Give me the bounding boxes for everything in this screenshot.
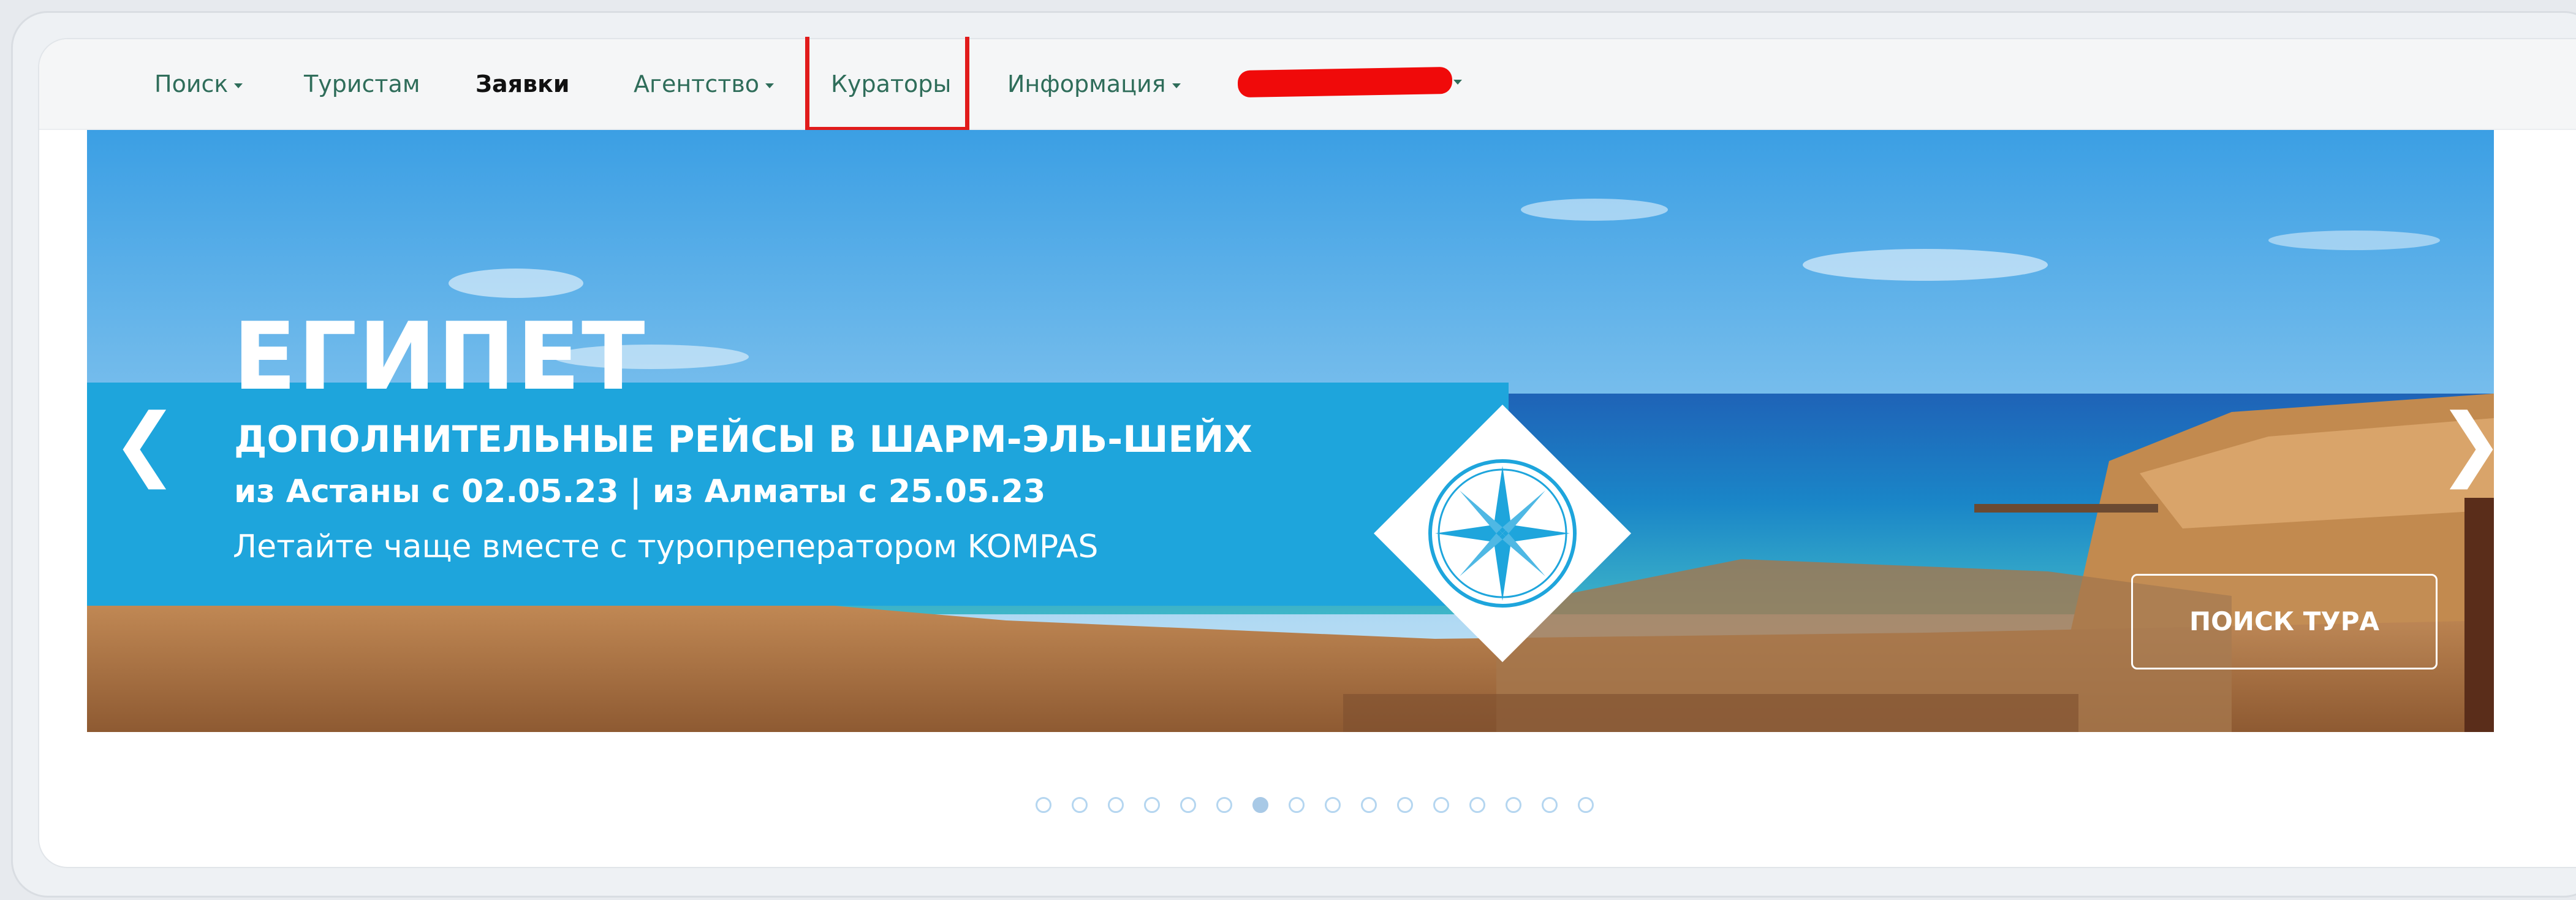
nav-orders[interactable]: Заявки (475, 69, 570, 99)
annotation-highlight-box (805, 37, 969, 131)
hero-banner: ЕГИПЕТ ДОПОЛНИТЕЛЬНЫЕ РЕЙСЫ В ШАРМ-ЭЛЬ-Ш… (87, 130, 2494, 732)
nav-search[interactable]: Поиск (154, 69, 243, 99)
carousel-dot[interactable] (1578, 797, 1594, 813)
carousel-dot[interactable] (1144, 797, 1160, 813)
carousel-dot[interactable] (1325, 797, 1341, 813)
nav-agency-label: Агентство (634, 71, 759, 97)
banner-headline: ЕГИПЕТ (233, 302, 646, 411)
compass-logo-icon (1374, 405, 1631, 662)
nav-search-label: Поиск (154, 71, 229, 97)
carousel-dot[interactable] (1180, 797, 1196, 813)
chevron-down-icon (234, 83, 243, 88)
nav-tourists-label: Туристам (304, 71, 420, 97)
carousel-dot[interactable] (1072, 797, 1088, 813)
banner-dates: из Астаны с 02.05.23 | из Алматы с 25.05… (234, 473, 1046, 510)
redaction-mark (1237, 66, 1453, 98)
nav-information[interactable]: Информация (1007, 69, 1181, 99)
carousel-dot[interactable] (1542, 797, 1558, 813)
carousel-dot[interactable] (1397, 797, 1413, 813)
carousel-dot[interactable] (1216, 797, 1232, 813)
carousel-dot[interactable] (1036, 797, 1051, 813)
nav-tourists[interactable]: Туристам (304, 69, 420, 99)
nav-information-label: Информация (1007, 71, 1166, 97)
chevron-down-icon (1172, 83, 1181, 88)
carousel-dot[interactable] (1252, 797, 1268, 813)
banner-subtitle: ДОПОЛНИТЕЛЬНЫЕ РЕЙСЫ В ШАРМ-ЭЛЬ-ШЕЙХ (234, 418, 1252, 461)
carousel-dot[interactable] (1108, 797, 1124, 813)
chevron-down-icon (765, 83, 774, 88)
nav-agency[interactable]: Агентство (634, 69, 774, 99)
banner-tagline: Летайте чаще вместе с туропреператором K… (233, 528, 1099, 565)
carousel-dot[interactable] (1433, 797, 1449, 813)
carousel-dot[interactable] (1506, 797, 1521, 813)
carousel-next-button[interactable]: ❯ (2438, 400, 2494, 486)
carousel-dot[interactable] (1289, 797, 1305, 813)
nav-orders-label: Заявки (475, 71, 570, 97)
carousel-prev-button[interactable]: ❮ (112, 400, 178, 486)
carousel-dot[interactable] (1469, 797, 1485, 813)
carousel-dot[interactable] (1361, 797, 1377, 813)
chevron-down-icon[interactable] (1453, 80, 1462, 85)
search-tour-button[interactable]: ПОИСК ТУРА (2131, 574, 2438, 669)
